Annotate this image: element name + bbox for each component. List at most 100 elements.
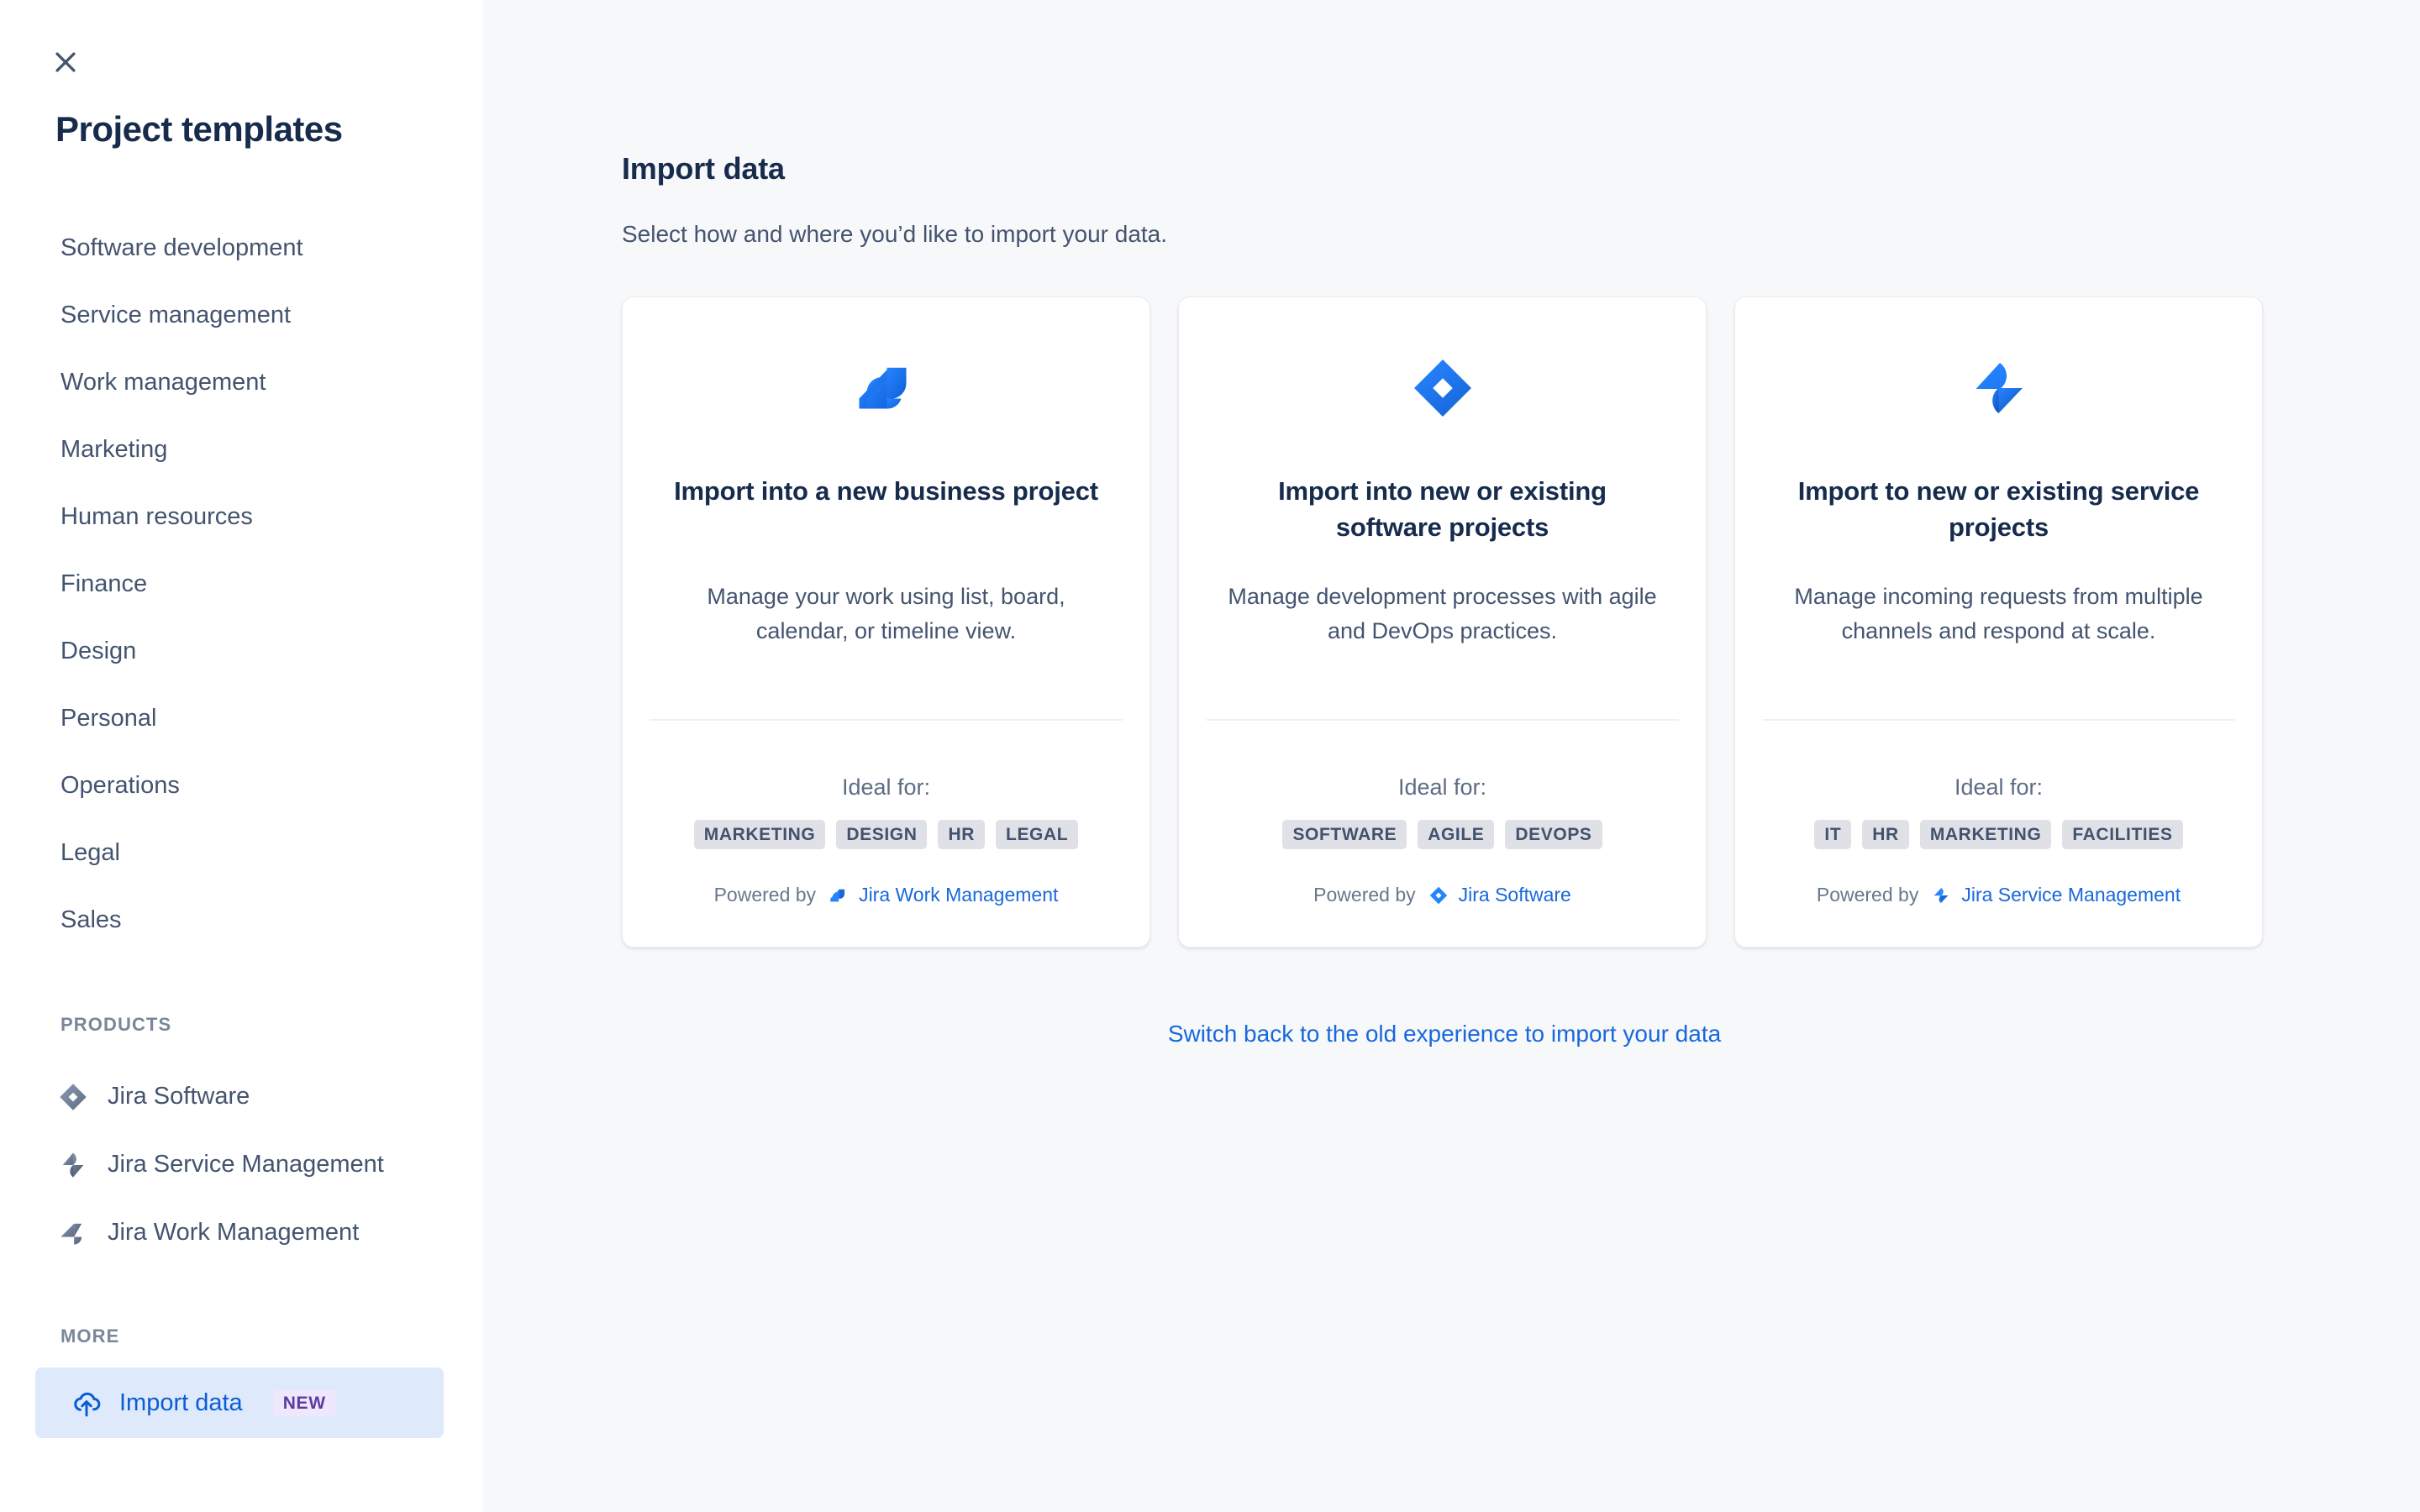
sidebar: Project templates Software development S… bbox=[0, 0, 483, 1512]
sidebar-item-finance[interactable]: Finance bbox=[0, 550, 483, 617]
sidebar-item-label: Finance bbox=[60, 570, 148, 597]
project-templates-modal: Project templates Software development S… bbox=[0, 0, 2420, 1512]
sidebar-item-design[interactable]: Design bbox=[0, 617, 483, 685]
sidebar-item-personal[interactable]: Personal bbox=[0, 685, 483, 752]
sidebar-item-operations[interactable]: Operations bbox=[0, 752, 483, 819]
cloud-upload-icon-glyph bbox=[74, 1392, 101, 1417]
jira-work-management-logo bbox=[623, 349, 1150, 427]
jira-software-logo-glyph bbox=[1413, 360, 1471, 417]
sidebar-item-jira-work-management[interactable]: Jira Work Management bbox=[0, 1199, 483, 1267]
card-description: Manage development processes with agile … bbox=[1228, 584, 1657, 644]
ideal-for-label: Ideal for: bbox=[841, 774, 931, 800]
main-subtitle: Select how and where you’d like to impor… bbox=[622, 221, 1168, 247]
sidebar-item-label: Human resources bbox=[60, 502, 253, 530]
sidebar-item-jira-service-management[interactable]: Jira Service Management bbox=[0, 1131, 483, 1199]
card-tag: AGILE bbox=[1418, 820, 1495, 849]
jira-service-management-icon bbox=[1930, 885, 1952, 906]
card-divider bbox=[1206, 719, 1679, 721]
jira-service-management-logo bbox=[1735, 349, 2262, 427]
powered-by-label: Powered by bbox=[1816, 884, 1919, 906]
jira-work-management-icon-glyph bbox=[830, 889, 845, 901]
products-nav: Jira Software Jira Service Management Ji… bbox=[0, 1063, 483, 1267]
jira-work-management-icon bbox=[828, 885, 850, 906]
card-tag: MARKETING bbox=[693, 820, 826, 849]
card-divider bbox=[650, 719, 1123, 721]
import-option-card-business-project[interactable]: Import into a new business project Manag… bbox=[622, 297, 1150, 948]
card-title: Import into a new business project bbox=[674, 476, 1098, 506]
jira-service-management-logo-glyph bbox=[1975, 363, 2023, 413]
card-tag: HR bbox=[1862, 820, 1909, 849]
card-tag: DESIGN bbox=[836, 820, 928, 849]
sidebar-item-import-data[interactable]: Import data NEW bbox=[35, 1368, 444, 1438]
sidebar-item-label: Software development bbox=[60, 234, 303, 261]
powered-by-product-link[interactable]: Jira Work Management bbox=[859, 884, 1058, 906]
template-category-nav: Software development Service management … bbox=[0, 214, 483, 953]
powered-by-product-link[interactable]: Jira Software bbox=[1459, 884, 1571, 906]
more-section-label: MORE bbox=[60, 1326, 120, 1347]
sidebar-item-legal[interactable]: Legal bbox=[0, 819, 483, 886]
jira-software-icon bbox=[1428, 885, 1449, 906]
switch-to-old-experience-link[interactable]: Switch back to the old experience to imp… bbox=[622, 1021, 2267, 1047]
jira-software-icon-glyph bbox=[60, 1083, 87, 1110]
sidebar-item-jira-software[interactable]: Jira Software bbox=[0, 1063, 483, 1131]
jira-work-management-logo-glyph bbox=[859, 367, 907, 409]
sidebar-item-label: Jira Work Management bbox=[108, 1219, 360, 1246]
sidebar-item-label: Work management bbox=[60, 368, 266, 396]
card-tag-list: SOFTWARE AGILE DEVOPS bbox=[1199, 820, 1686, 849]
card-tag-list: IT HR MARKETING FACILITIES bbox=[1755, 820, 2242, 849]
jira-software-logo bbox=[1179, 349, 1706, 427]
sidebar-item-marketing[interactable]: Marketing bbox=[0, 416, 483, 483]
sidebar-item-human-resources[interactable]: Human resources bbox=[0, 483, 483, 550]
card-tag: MARKETING bbox=[1919, 820, 2052, 849]
card-tag: DEVOPS bbox=[1505, 820, 1602, 849]
jira-work-management-icon-glyph bbox=[60, 1223, 82, 1244]
close-icon-glyph bbox=[55, 52, 76, 72]
sidebar-item-label: Jira Service Management bbox=[108, 1151, 384, 1178]
sidebar-item-service-management[interactable]: Service management bbox=[0, 281, 483, 349]
powered-by-row: Powered by Jira Software bbox=[1179, 884, 1706, 906]
ideal-for-label: Ideal for: bbox=[1397, 774, 1487, 800]
sidebar-item-label: Design bbox=[60, 637, 137, 664]
jira-service-management-icon-glyph bbox=[1934, 887, 1949, 903]
sidebar-item-label: Legal bbox=[60, 838, 120, 866]
sidebar-item-label: Jira Software bbox=[108, 1083, 250, 1110]
main-content: Import data Select how and where you’d l… bbox=[483, 0, 2420, 1512]
card-title: Import to new or existing service projec… bbox=[1797, 476, 2200, 542]
sidebar-item-label: Sales bbox=[60, 906, 122, 933]
page-title: Project templates bbox=[55, 109, 343, 149]
card-tag: SOFTWARE bbox=[1282, 820, 1407, 849]
powered-by-label: Powered by bbox=[1313, 884, 1416, 906]
powered-by-row: Powered by Jira Work Management bbox=[623, 884, 1150, 906]
jira-service-management-icon-glyph bbox=[62, 1152, 84, 1178]
card-tag: LEGAL bbox=[996, 820, 1079, 849]
ideal-for-label: Ideal for: bbox=[1954, 774, 2044, 800]
jira-software-icon-glyph bbox=[1429, 886, 1447, 904]
sidebar-item-label: Personal bbox=[60, 704, 157, 732]
products-section-label: PRODUCTS bbox=[60, 1014, 172, 1035]
card-tag: FACILITIES bbox=[2062, 820, 2183, 849]
card-divider bbox=[1762, 719, 2235, 721]
main-heading: Import data bbox=[622, 151, 785, 186]
card-tag: HR bbox=[938, 820, 986, 849]
powered-by-label: Powered by bbox=[713, 884, 817, 906]
import-option-card-service-projects[interactable]: Import to new or existing service projec… bbox=[1734, 297, 2263, 948]
card-description: Manage your work using list, board, cale… bbox=[707, 584, 1065, 644]
sidebar-item-label: Marketing bbox=[60, 435, 168, 463]
card-description: Manage incoming requests from multiple c… bbox=[1794, 584, 2203, 644]
sidebar-item-sales[interactable]: Sales bbox=[0, 886, 483, 953]
jira-service-management-icon bbox=[57, 1149, 89, 1181]
sidebar-item-label: Import data bbox=[119, 1389, 243, 1416]
powered-by-row: Powered by Jira Service Management bbox=[1735, 884, 2262, 906]
import-option-card-software-projects[interactable]: Import into new or existing software pro… bbox=[1178, 297, 1707, 948]
cloud-upload-icon bbox=[71, 1387, 103, 1419]
jira-software-icon bbox=[57, 1081, 89, 1113]
sidebar-item-software-development[interactable]: Software development bbox=[0, 214, 483, 281]
jira-work-management-icon bbox=[57, 1217, 89, 1249]
import-options-card-grid: Import into a new business project Manag… bbox=[622, 297, 2263, 948]
card-tag: IT bbox=[1814, 820, 1852, 849]
card-tag-list: MARKETING DESIGN HR LEGAL bbox=[643, 820, 1129, 849]
sidebar-item-work-management[interactable]: Work management bbox=[0, 349, 483, 416]
close-icon[interactable] bbox=[44, 40, 87, 84]
new-badge: NEW bbox=[272, 1389, 336, 1416]
powered-by-product-link[interactable]: Jira Service Management bbox=[1961, 884, 2181, 906]
